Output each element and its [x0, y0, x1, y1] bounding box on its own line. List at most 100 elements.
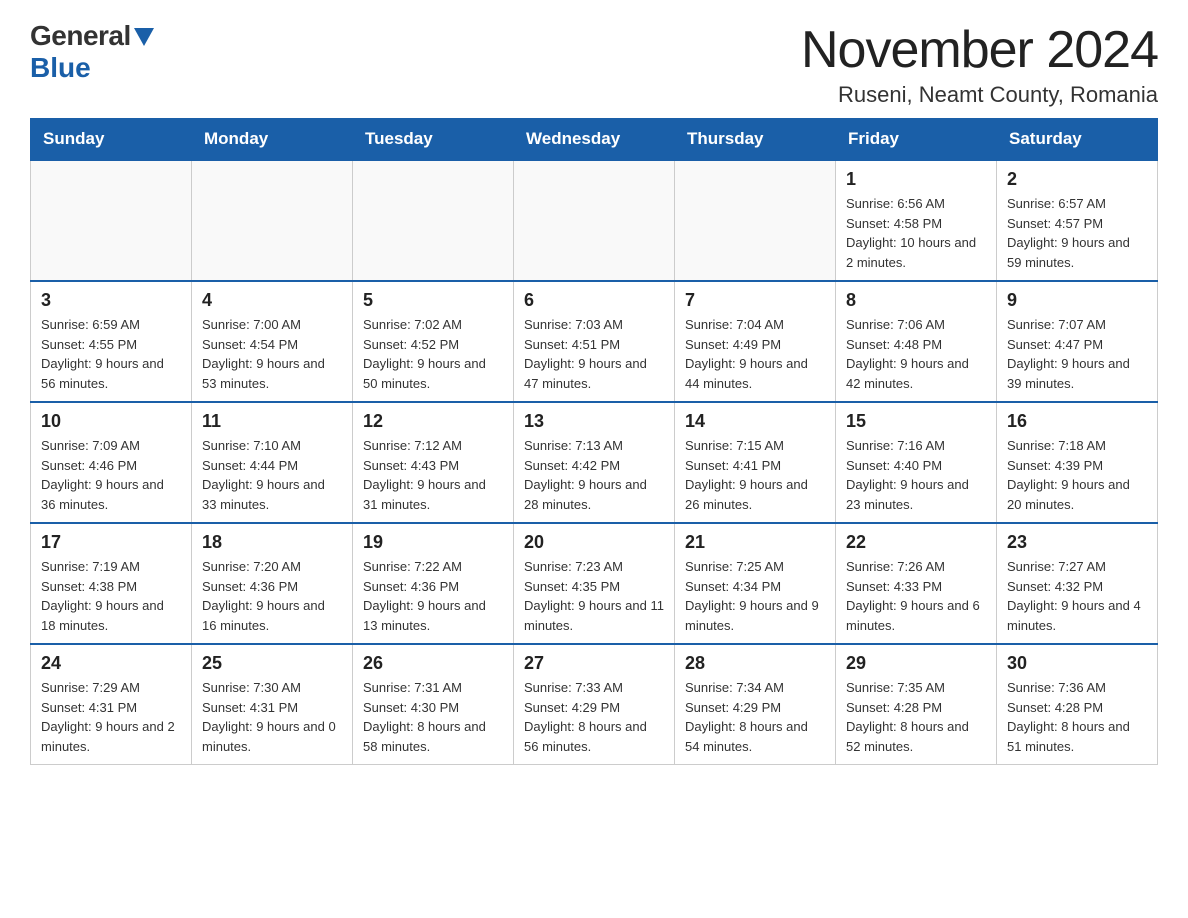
- day-info: Sunrise: 7:22 AM Sunset: 4:36 PM Dayligh…: [363, 557, 503, 635]
- logo-arrow-icon: [134, 28, 154, 46]
- calendar-cell: 26 Sunrise: 7:31 AM Sunset: 4:30 PM Dayli…: [353, 644, 514, 765]
- logo: General Blue: [30, 20, 154, 84]
- day-number: 12: [363, 411, 503, 432]
- day-number: 5: [363, 290, 503, 311]
- day-number: 14: [685, 411, 825, 432]
- calendar-week-row: 1Sunrise: 6:56 AM Sunset: 4:58 PM Daylig…: [31, 160, 1158, 281]
- calendar-cell: 14Sunrise: 7:15 AM Sunset: 4:41 PM Dayli…: [675, 402, 836, 523]
- day-info: Sunrise: 7:30 AM Sunset: 4:31 PM Dayligh…: [202, 678, 342, 756]
- calendar-header-monday: Monday: [192, 119, 353, 161]
- day-info: Sunrise: 7:36 AM Sunset: 4:28 PM Dayligh…: [1007, 678, 1147, 756]
- calendar-header-friday: Friday: [836, 119, 997, 161]
- page-header: General Blue November 2024 Ruseni, Neamt…: [30, 20, 1158, 108]
- calendar-cell: [353, 160, 514, 281]
- day-info: Sunrise: 7:34 AM Sunset: 4:29 PM Dayligh…: [685, 678, 825, 756]
- day-info: Sunrise: 7:07 AM Sunset: 4:47 PM Dayligh…: [1007, 315, 1147, 393]
- calendar-cell: 7 Sunrise: 7:04 AM Sunset: 4:49 PM Daylig…: [675, 281, 836, 402]
- calendar-cell: 21Sunrise: 7:25 AM Sunset: 4:34 PM Dayli…: [675, 523, 836, 644]
- day-number: 10: [41, 411, 181, 432]
- day-number: 19: [363, 532, 503, 553]
- day-number: 28: [685, 653, 825, 674]
- day-info: Sunrise: 6:59 AM Sunset: 4:55 PM Dayligh…: [41, 315, 181, 393]
- day-info: Sunrise: 7:06 AM Sunset: 4:48 PM Dayligh…: [846, 315, 986, 393]
- day-number: 15: [846, 411, 986, 432]
- month-title: November 2024: [801, 20, 1158, 80]
- day-info: Sunrise: 7:04 AM Sunset: 4:49 PM Dayligh…: [685, 315, 825, 393]
- logo-text: General: [30, 20, 154, 52]
- calendar-week-row: 3Sunrise: 6:59 AM Sunset: 4:55 PM Daylig…: [31, 281, 1158, 402]
- day-number: 25: [202, 653, 342, 674]
- day-info: Sunrise: 7:00 AM Sunset: 4:54 PM Dayligh…: [202, 315, 342, 393]
- calendar-cell: 27 Sunrise: 7:33 AM Sunset: 4:29 PM Dayli…: [514, 644, 675, 765]
- day-number: 7: [685, 290, 825, 311]
- calendar-header-thursday: Thursday: [675, 119, 836, 161]
- day-number: 21: [685, 532, 825, 553]
- day-info: Sunrise: 7:27 AM Sunset: 4:32 PM Dayligh…: [1007, 557, 1147, 635]
- calendar-cell: 3Sunrise: 6:59 AM Sunset: 4:55 PM Daylig…: [31, 281, 192, 402]
- calendar-table: SundayMondayTuesdayWednesdayThursdayFrid…: [30, 118, 1158, 765]
- day-number: 6: [524, 290, 664, 311]
- day-number: 20: [524, 532, 664, 553]
- day-info: Sunrise: 7:33 AM Sunset: 4:29 PM Dayligh…: [524, 678, 664, 756]
- calendar-header-wednesday: Wednesday: [514, 119, 675, 161]
- day-info: Sunrise: 7:12 AM Sunset: 4:43 PM Dayligh…: [363, 436, 503, 514]
- day-info: Sunrise: 6:57 AM Sunset: 4:57 PM Dayligh…: [1007, 194, 1147, 272]
- day-info: Sunrise: 7:02 AM Sunset: 4:52 PM Dayligh…: [363, 315, 503, 393]
- calendar-cell: [675, 160, 836, 281]
- calendar-cell: [192, 160, 353, 281]
- day-info: Sunrise: 7:20 AM Sunset: 4:36 PM Dayligh…: [202, 557, 342, 635]
- calendar-cell: 19 Sunrise: 7:22 AM Sunset: 4:36 PM Dayli…: [353, 523, 514, 644]
- day-number: 26: [363, 653, 503, 674]
- calendar-cell: 10Sunrise: 7:09 AM Sunset: 4:46 PM Dayli…: [31, 402, 192, 523]
- calendar-week-row: 10Sunrise: 7:09 AM Sunset: 4:46 PM Dayli…: [31, 402, 1158, 523]
- calendar-cell: 16 Sunrise: 7:18 AM Sunset: 4:39 PM Dayli…: [997, 402, 1158, 523]
- calendar-cell: 2 Sunrise: 6:57 AM Sunset: 4:57 PM Daylig…: [997, 160, 1158, 281]
- day-number: 16: [1007, 411, 1147, 432]
- calendar-cell: 5 Sunrise: 7:02 AM Sunset: 4:52 PM Daylig…: [353, 281, 514, 402]
- calendar-header-row: SundayMondayTuesdayWednesdayThursdayFrid…: [31, 119, 1158, 161]
- calendar-cell: 11 Sunrise: 7:10 AM Sunset: 4:44 PM Dayli…: [192, 402, 353, 523]
- day-number: 2: [1007, 169, 1147, 190]
- calendar-cell: 8 Sunrise: 7:06 AM Sunset: 4:48 PM Daylig…: [836, 281, 997, 402]
- day-number: 17: [41, 532, 181, 553]
- calendar-header-sunday: Sunday: [31, 119, 192, 161]
- day-info: Sunrise: 7:10 AM Sunset: 4:44 PM Dayligh…: [202, 436, 342, 514]
- calendar-cell: [31, 160, 192, 281]
- calendar-header-saturday: Saturday: [997, 119, 1158, 161]
- day-info: Sunrise: 7:16 AM Sunset: 4:40 PM Dayligh…: [846, 436, 986, 514]
- calendar-cell: 12 Sunrise: 7:12 AM Sunset: 4:43 PM Dayli…: [353, 402, 514, 523]
- day-info: Sunrise: 7:23 AM Sunset: 4:35 PM Dayligh…: [524, 557, 664, 635]
- day-number: 24: [41, 653, 181, 674]
- logo-blue-text: Blue: [30, 52, 91, 84]
- calendar-cell: 17 Sunrise: 7:19 AM Sunset: 4:38 PM Dayli…: [31, 523, 192, 644]
- day-info: Sunrise: 7:13 AM Sunset: 4:42 PM Dayligh…: [524, 436, 664, 514]
- day-number: 8: [846, 290, 986, 311]
- calendar-cell: 28 Sunrise: 7:34 AM Sunset: 4:29 PM Dayli…: [675, 644, 836, 765]
- calendar-cell: 20 Sunrise: 7:23 AM Sunset: 4:35 PM Dayli…: [514, 523, 675, 644]
- day-number: 27: [524, 653, 664, 674]
- day-number: 9: [1007, 290, 1147, 311]
- calendar-cell: 13Sunrise: 7:13 AM Sunset: 4:42 PM Dayli…: [514, 402, 675, 523]
- day-info: Sunrise: 7:03 AM Sunset: 4:51 PM Dayligh…: [524, 315, 664, 393]
- day-number: 11: [202, 411, 342, 432]
- location: Ruseni, Neamt County, Romania: [801, 82, 1158, 108]
- logo-general-text: General: [30, 20, 131, 52]
- calendar-cell: [514, 160, 675, 281]
- day-number: 4: [202, 290, 342, 311]
- calendar-cell: 25 Sunrise: 7:30 AM Sunset: 4:31 PM Dayli…: [192, 644, 353, 765]
- day-number: 22: [846, 532, 986, 553]
- day-info: Sunrise: 7:29 AM Sunset: 4:31 PM Dayligh…: [41, 678, 181, 756]
- day-info: Sunrise: 7:35 AM Sunset: 4:28 PM Dayligh…: [846, 678, 986, 756]
- calendar-cell: 4 Sunrise: 7:00 AM Sunset: 4:54 PM Daylig…: [192, 281, 353, 402]
- calendar-cell: 22Sunrise: 7:26 AM Sunset: 4:33 PM Dayli…: [836, 523, 997, 644]
- calendar-cell: 9 Sunrise: 7:07 AM Sunset: 4:47 PM Daylig…: [997, 281, 1158, 402]
- day-number: 1: [846, 169, 986, 190]
- calendar-week-row: 17 Sunrise: 7:19 AM Sunset: 4:38 PM Dayli…: [31, 523, 1158, 644]
- day-number: 30: [1007, 653, 1147, 674]
- day-info: Sunrise: 7:18 AM Sunset: 4:39 PM Dayligh…: [1007, 436, 1147, 514]
- day-info: Sunrise: 7:19 AM Sunset: 4:38 PM Dayligh…: [41, 557, 181, 635]
- day-number: 29: [846, 653, 986, 674]
- calendar-cell: 6 Sunrise: 7:03 AM Sunset: 4:51 PM Daylig…: [514, 281, 675, 402]
- calendar-cell: 24 Sunrise: 7:29 AM Sunset: 4:31 PM Dayli…: [31, 644, 192, 765]
- day-info: Sunrise: 7:31 AM Sunset: 4:30 PM Dayligh…: [363, 678, 503, 756]
